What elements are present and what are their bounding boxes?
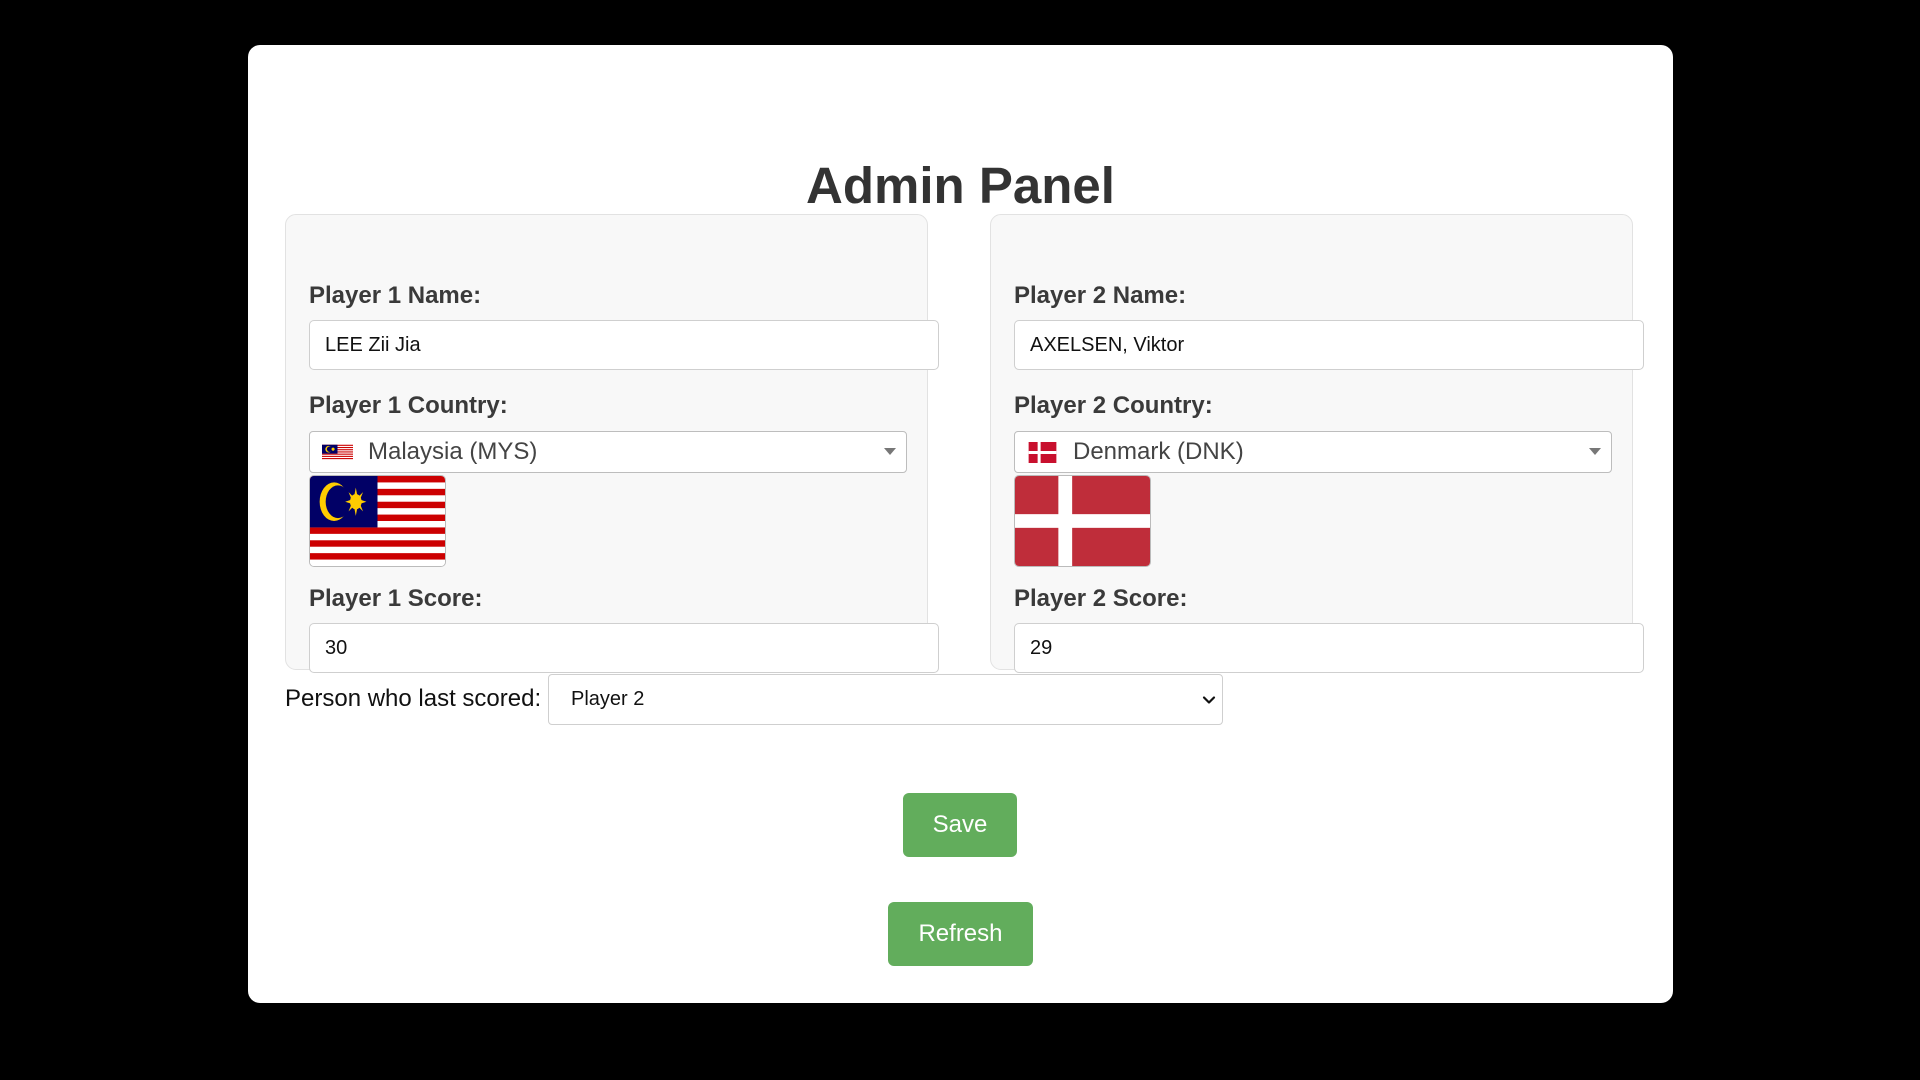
player1-name-input[interactable] bbox=[309, 320, 939, 370]
denmark-flag-icon bbox=[1028, 441, 1057, 463]
player2-name-input[interactable] bbox=[1014, 320, 1644, 370]
dropdown-caret-icon bbox=[884, 448, 896, 455]
player2-flag-image bbox=[1014, 475, 1151, 567]
malaysia-flag-icon bbox=[322, 444, 353, 460]
save-button[interactable]: Save bbox=[903, 793, 1017, 857]
player2-score-input[interactable] bbox=[1014, 623, 1644, 673]
player1-name-label: Player 1 Name: bbox=[309, 282, 482, 309]
player2-card: Player 2 Name: Player 2 Country: Denmark… bbox=[990, 214, 1644, 673]
player2-country-select[interactable]: Denmark (DNK) bbox=[1014, 431, 1612, 473]
dropdown-caret-icon bbox=[1589, 448, 1601, 455]
player1-country-select[interactable]: Malaysia (MYS) bbox=[309, 431, 907, 473]
player1-card: Player 1 Name: Player 1 Country: Malaysi… bbox=[285, 214, 939, 673]
player1-country-value: Malaysia (MYS) bbox=[368, 438, 538, 465]
last-scored-select[interactable]: Player 2 bbox=[548, 674, 1223, 725]
chevron-down-icon bbox=[1202, 696, 1216, 704]
refresh-button[interactable]: Refresh bbox=[888, 902, 1033, 966]
player2-name-label: Player 2 Name: bbox=[1014, 282, 1187, 309]
denmark-flag-icon bbox=[1015, 476, 1150, 566]
malaysia-flag-icon bbox=[310, 476, 445, 566]
page-title: Admin Panel bbox=[806, 157, 1115, 214]
admin-panel: Admin Panel Player 1 Name: Player 1 Coun… bbox=[248, 45, 1673, 1003]
last-scored-value: Player 2 bbox=[571, 688, 645, 710]
last-scored-label: Person who last scored: bbox=[285, 685, 542, 712]
player2-country-label: Player 2 Country: bbox=[1014, 392, 1213, 419]
player1-flag-image bbox=[309, 475, 446, 567]
player2-country-value: Denmark (DNK) bbox=[1073, 438, 1244, 465]
player1-country-label: Player 1 Country: bbox=[309, 392, 508, 419]
player2-score-label: Player 2 Score: bbox=[1014, 585, 1188, 612]
player1-score-label: Player 1 Score: bbox=[309, 585, 483, 612]
player1-score-input[interactable] bbox=[309, 623, 939, 673]
